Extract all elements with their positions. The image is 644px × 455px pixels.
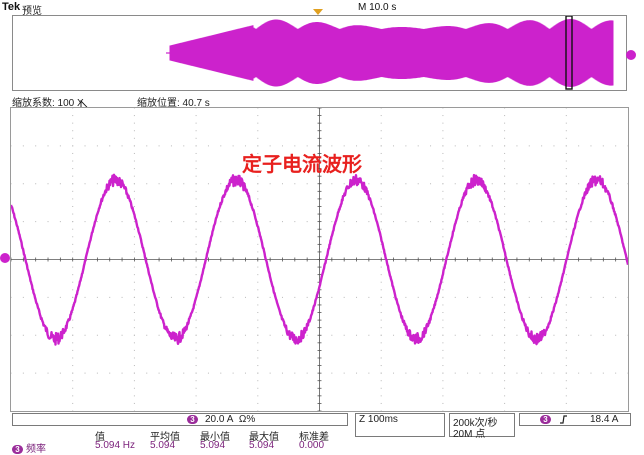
coupling-text: Ω% (238, 414, 256, 425)
trigger-level-value: 18.4 A (590, 414, 619, 425)
value-stddev: 0.000 (299, 440, 325, 451)
overview-envelope (166, 19, 614, 87)
channel-scale-readout[interactable]: 3 20.0 A Ω% (12, 413, 348, 426)
channel-scale-value: 20.0 A Ω% (205, 414, 255, 425)
trigger-channel-badge: 3 (540, 415, 551, 424)
horizontal-scale-readout[interactable]: Z 100ms (355, 413, 445, 437)
z-icon: Z (359, 414, 366, 425)
tek-logo: Tek (2, 1, 21, 13)
value-mean: 5.094 (150, 440, 176, 451)
trigger-readout[interactable]: 3 18.4 A (519, 413, 631, 426)
value-max: 5.094 (249, 440, 275, 451)
measurement-name: 频率 (26, 444, 46, 455)
record-length-value: 20M 点 (453, 429, 486, 440)
channel-3-ground-marker (0, 253, 10, 263)
overview-waveform[interactable] (12, 15, 627, 91)
value-current: 5.094 Hz (95, 440, 136, 451)
overview-channel-marker (626, 50, 636, 60)
overview-trace (169, 19, 614, 87)
acquisition-readout[interactable]: 200k次/秒 20M 点 (449, 413, 515, 440)
value-min: 5.094 (200, 440, 226, 451)
timescale-value: 100ms (367, 414, 398, 425)
overview-trace-svg (166, 16, 614, 90)
rising-edge-icon (560, 415, 567, 424)
scale-text: 20.0 A (205, 414, 234, 425)
channel-badge: 3 (187, 415, 198, 424)
time-scale-text: Z 100ms (359, 414, 398, 425)
timebase-readout: M 10.0 s (358, 2, 397, 13)
waveform-annotation: 定子电流波形 (242, 154, 362, 176)
